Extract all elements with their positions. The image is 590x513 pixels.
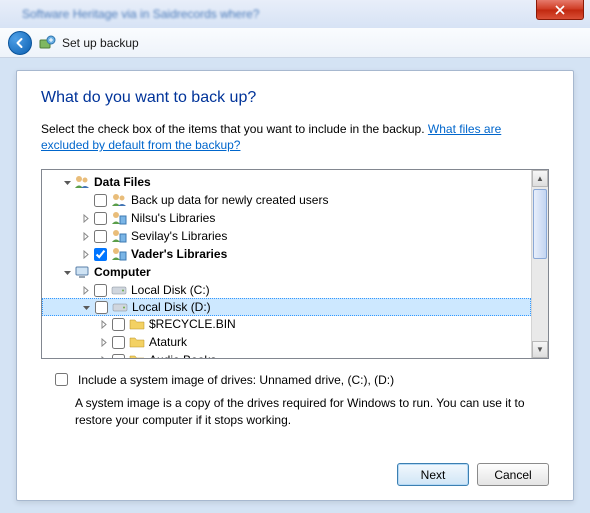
backup-icon	[38, 34, 56, 52]
collapse-icon[interactable]	[60, 265, 74, 279]
drive-icon	[112, 299, 128, 315]
users-icon	[74, 174, 90, 190]
title-bar: Software Heritage via in Saidrecords whe…	[0, 0, 590, 28]
checkbox-sevilay[interactable]	[94, 230, 107, 243]
checkbox-c-drive[interactable]	[94, 284, 107, 297]
scroll-thumb[interactable]	[533, 189, 547, 259]
checkbox-recycle[interactable]	[112, 318, 125, 331]
folder-icon	[129, 316, 145, 332]
next-button[interactable]: Next	[397, 463, 469, 486]
computer-icon	[74, 264, 90, 280]
tree-node-computer[interactable]: Computer	[42, 263, 531, 281]
expand-icon[interactable]	[78, 229, 92, 243]
window-title: Software Heritage via in Saidrecords whe…	[22, 7, 259, 21]
instruction-text: Select the check box of the items that y…	[41, 121, 549, 153]
system-image-section: Include a system image of drives: Unname…	[41, 373, 549, 427]
scrollbar[interactable]: ▲ ▼	[531, 170, 548, 358]
backup-tree: Data Files Back up data for newly create…	[41, 169, 549, 359]
node-label: Back up data for newly created users	[131, 193, 328, 207]
checkbox-vader[interactable]	[94, 248, 107, 261]
user-libraries-icon	[111, 228, 127, 244]
checkbox-d-drive[interactable]	[95, 301, 108, 314]
checkbox-audio[interactable]	[112, 354, 125, 359]
node-label: Local Disk (D:)	[132, 300, 211, 314]
tree-node-c-drive[interactable]: Local Disk (C:)	[42, 281, 531, 299]
node-label: Audio Books	[149, 353, 216, 358]
scroll-up-button[interactable]: ▲	[532, 170, 548, 187]
scroll-track[interactable]	[532, 187, 548, 341]
header-title: Set up backup	[62, 36, 139, 50]
close-icon	[555, 5, 565, 15]
node-label: Sevilay's Libraries	[131, 229, 227, 243]
tree-node-nilsu[interactable]: Nilsu's Libraries	[42, 209, 531, 227]
tree-node-ataturk[interactable]: Ataturk	[42, 333, 531, 351]
close-button[interactable]	[536, 0, 584, 20]
cancel-button[interactable]: Cancel	[477, 463, 549, 486]
expand-icon[interactable]	[96, 353, 110, 358]
checkbox-nilsu[interactable]	[94, 212, 107, 225]
node-label: Local Disk (C:)	[131, 283, 210, 297]
scroll-down-button[interactable]: ▼	[532, 341, 548, 358]
tree-node-new-users[interactable]: Back up data for newly created users	[42, 191, 531, 209]
expand-icon[interactable]	[96, 335, 110, 349]
expand-icon[interactable]	[96, 317, 110, 331]
instruction-prefix: Select the check box of the items that y…	[41, 122, 428, 136]
node-label: $RECYCLE.BIN	[149, 317, 236, 331]
collapse-icon[interactable]	[79, 300, 93, 314]
folder-icon	[129, 352, 145, 358]
drive-icon	[111, 282, 127, 298]
expand-icon[interactable]	[78, 283, 92, 297]
checkbox-new-users[interactable]	[94, 194, 107, 207]
node-label: Data Files	[94, 175, 151, 189]
node-label: Computer	[94, 265, 151, 279]
node-label: Ataturk	[149, 335, 187, 349]
tree-node-audio[interactable]: Audio Books	[42, 351, 531, 358]
user-libraries-icon	[111, 210, 127, 226]
tree-node-vader[interactable]: Vader's Libraries	[42, 245, 531, 263]
header-bar: Set up backup	[0, 28, 590, 58]
tree-node-d-drive[interactable]: Local Disk (D:)	[42, 298, 531, 316]
page-heading: What do you want to back up?	[41, 89, 549, 107]
tree-node-recycle[interactable]: $RECYCLE.BIN	[42, 315, 531, 333]
folder-icon	[129, 334, 145, 350]
node-label: Nilsu's Libraries	[131, 211, 215, 225]
tree-node-sevilay[interactable]: Sevilay's Libraries	[42, 227, 531, 245]
expand-icon[interactable]	[78, 211, 92, 225]
user-libraries-icon	[111, 246, 127, 262]
node-label: Vader's Libraries	[131, 247, 227, 261]
expand-icon[interactable]	[78, 247, 92, 261]
back-arrow-icon	[14, 37, 26, 49]
system-image-description: A system image is a copy of the drives r…	[75, 395, 549, 427]
checkbox-ataturk[interactable]	[112, 336, 125, 349]
checkbox-system-image[interactable]	[55, 373, 68, 386]
collapse-icon[interactable]	[60, 175, 74, 189]
tree-node-data-files[interactable]: Data Files	[42, 173, 531, 191]
tree-content: Data Files Back up data for newly create…	[42, 170, 531, 358]
users-icon	[111, 192, 127, 208]
button-row: Next Cancel	[41, 453, 549, 486]
back-button[interactable]	[8, 31, 32, 55]
wizard-panel: What do you want to back up? Select the …	[16, 70, 574, 501]
system-image-label: Include a system image of drives: Unname…	[78, 373, 394, 387]
